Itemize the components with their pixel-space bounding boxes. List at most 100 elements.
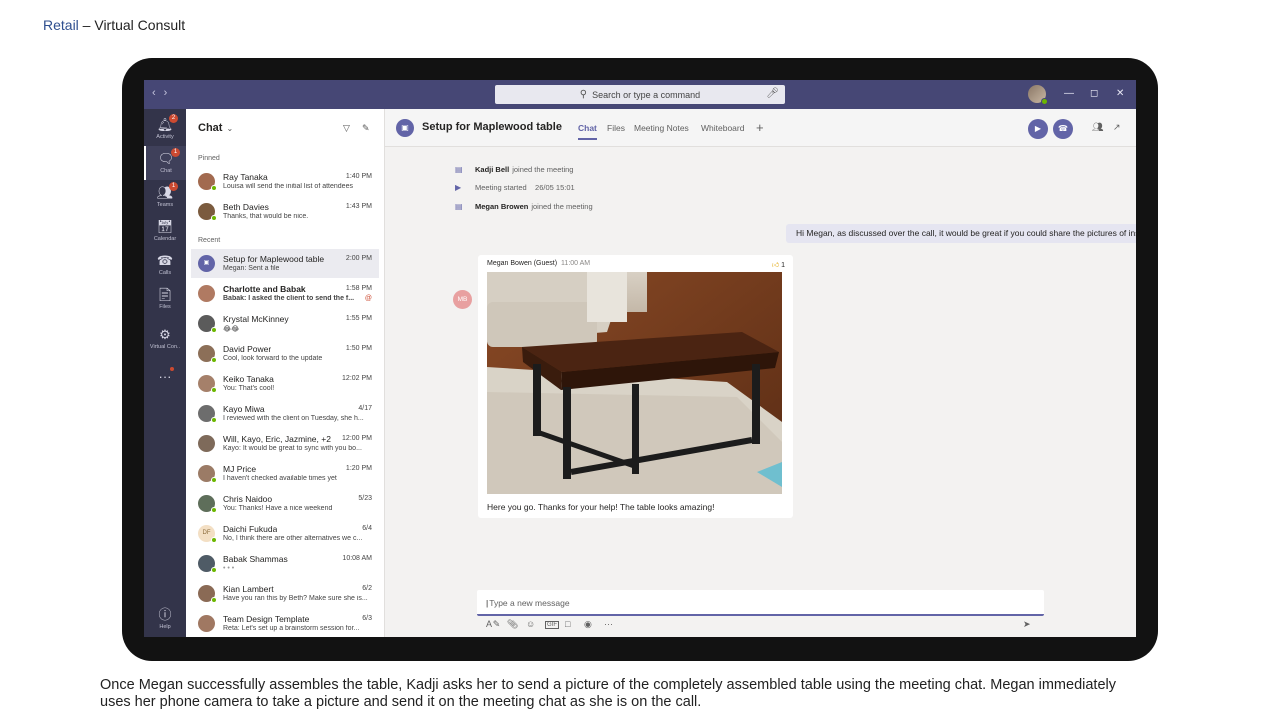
rail-label: Chat bbox=[160, 168, 172, 174]
minimize-icon[interactable]: — bbox=[1064, 88, 1074, 99]
chat-time: 1:50 PM bbox=[345, 345, 372, 352]
chat-item-kayo-miwa[interactable]: Kayo Miwa 4/17 I reviewed with the clien… bbox=[191, 399, 379, 428]
chat-time: 6/3 bbox=[362, 615, 372, 622]
send-icon[interactable]: ➤ bbox=[1023, 619, 1031, 630]
chat-name: Babak Shammas bbox=[223, 554, 288, 564]
rail-item-help[interactable]: ⓘ Help bbox=[144, 602, 186, 636]
chat-item-krystal-mckinney[interactable]: Krystal McKinney 1:55 PM 😂😂 bbox=[191, 309, 379, 338]
rail-item-virtual-consult[interactable]: ⚙ Virtual Con.. bbox=[144, 322, 186, 356]
chat-item-ray-tanaka[interactable]: Ray Tanaka 1:40 PM Louisa will send the … bbox=[191, 167, 379, 196]
message-bubble[interactable]: Hi Megan, as discussed over the call, it… bbox=[786, 224, 1136, 243]
presence-indicator bbox=[211, 567, 217, 573]
system-message: ▤ Megan Browen joined the meeting bbox=[455, 202, 593, 211]
calendar-icon: 📅︎ bbox=[156, 219, 174, 234]
back-arrow-icon[interactable]: ‹ bbox=[152, 87, 164, 99]
profile-avatar[interactable] bbox=[1028, 85, 1048, 105]
chat-item-babak-shammas[interactable]: Babak Shammas 10:08 AM • • • bbox=[191, 549, 379, 578]
thumbs-up-icon: 👍︎ bbox=[771, 262, 780, 269]
chat-name: Beth Davies bbox=[223, 202, 269, 212]
chat-time: 1:43 PM bbox=[345, 203, 372, 210]
chat-name: Chris Naidoo bbox=[223, 494, 273, 504]
tab-whiteboard[interactable]: Whiteboard bbox=[701, 123, 744, 133]
chat-item-beth-davies[interactable]: Beth Davies 1:43 PM Thanks, that would b… bbox=[191, 197, 379, 226]
chat-name: Charlotte and Babak bbox=[223, 284, 306, 294]
tab-files[interactable]: Files bbox=[607, 123, 625, 133]
video-call-button[interactable]: ▶ bbox=[1028, 119, 1048, 139]
rail-item-teams[interactable]: 👥︎ Teams 1 bbox=[144, 180, 186, 214]
chat-list-pane: Chat ⌄ ▽ ✎ Pinned Ray Tanaka 1:40 PM Loui… bbox=[186, 109, 385, 637]
avatar bbox=[198, 465, 217, 483]
chat-name: Setup for Maplewood table bbox=[223, 254, 325, 264]
rail-item-more[interactable]: ··· bbox=[144, 364, 186, 398]
chat-name: Krystal McKinney bbox=[223, 314, 289, 324]
history-nav: ‹› bbox=[152, 87, 175, 99]
chat-item-team-design[interactable]: Team Design Template 6/3 Reta: Let's set… bbox=[191, 609, 379, 637]
chat-item-david-power[interactable]: David Power 1:50 PM Cool, look forward t… bbox=[191, 339, 379, 368]
more-options-icon[interactable]: ··· bbox=[604, 619, 613, 629]
presence-indicator bbox=[211, 357, 217, 363]
message-composer[interactable]: Type a new message bbox=[477, 590, 1044, 616]
pop-out-icon[interactable]: ↗ bbox=[1113, 122, 1121, 133]
rail-item-activity[interactable]: 🔔︎ Activity 2 bbox=[144, 112, 186, 146]
add-people-icon[interactable]: 👥︎ bbox=[1092, 122, 1103, 133]
chat-list-title[interactable]: Chat ⌄ bbox=[198, 122, 233, 134]
chat-item-group-will[interactable]: Will, Kayo, Eric, Jazmine, +2 12:00 PM K… bbox=[191, 429, 379, 458]
tab-meeting-notes[interactable]: Meeting Notes bbox=[634, 123, 689, 133]
rail-item-calendar[interactable]: 📅︎ Calendar bbox=[144, 214, 186, 248]
rail-item-calls[interactable]: ☎ Calls bbox=[144, 248, 186, 282]
maximize-icon[interactable]: ◻ bbox=[1090, 88, 1098, 99]
forward-arrow-icon[interactable]: › bbox=[164, 87, 176, 99]
camera-icon: ▶ bbox=[455, 183, 462, 192]
filter-icon[interactable]: ▽ bbox=[343, 123, 350, 134]
like-reaction[interactable]: 👍︎ 1 bbox=[772, 260, 785, 269]
chat-time: 10:08 AM bbox=[342, 555, 372, 562]
notification-dot bbox=[170, 367, 174, 371]
chat-item-charlotte-babak[interactable]: Charlotte and Babak 1:58 PM Babak: I ask… bbox=[191, 279, 379, 308]
more-apps-icon: ··· bbox=[158, 369, 172, 384]
chat-time: 12:02 PM bbox=[342, 375, 372, 382]
microphone-icon[interactable]: 🎤︎ bbox=[766, 88, 779, 99]
search-input[interactable]: ⚲ Search or type a command 🎤︎ bbox=[495, 85, 785, 104]
tab-chat[interactable]: Chat bbox=[578, 123, 597, 140]
chat-name: Keiko Tanaka bbox=[223, 374, 274, 384]
meet-now-icon[interactable]: ◉ bbox=[584, 619, 592, 630]
close-icon[interactable]: ✕ bbox=[1116, 88, 1124, 99]
audio-call-button[interactable]: ☎ bbox=[1053, 119, 1073, 139]
rail-item-files[interactable]: 📄︎ Files bbox=[144, 282, 186, 316]
chat-time: 6/4 bbox=[362, 525, 372, 532]
presence-indicator bbox=[211, 327, 217, 333]
system-message: ▶ Meeting started 26/05 15:01 bbox=[455, 183, 575, 192]
chat-item-mj-price[interactable]: MJ Price 1:20 PM I haven't checked avail… bbox=[191, 459, 379, 488]
new-chat-icon[interactable]: ✎ bbox=[362, 123, 370, 134]
format-icon[interactable]: A ✎ bbox=[486, 619, 500, 630]
chat-name: Kayo Miwa bbox=[223, 404, 265, 414]
chat-time: 1:58 PM bbox=[345, 285, 372, 292]
chat-icon: 🗨︎ bbox=[157, 151, 175, 166]
chat-item-kian-lambert[interactable]: Kian Lambert 6/2 Have you ran this by Be… bbox=[191, 579, 379, 608]
table-photo-image bbox=[487, 272, 782, 494]
avatar bbox=[198, 285, 215, 302]
chat-preview: Cool, look forward to the update bbox=[223, 355, 323, 362]
chat-item-chris-naidoo[interactable]: Chris Naidoo 5/23 You: Thanks! Have a ni… bbox=[191, 489, 379, 518]
sticker-icon[interactable]: □ bbox=[565, 619, 570, 629]
mention-icon: @ bbox=[364, 295, 372, 302]
chat-preview: No, I think there are other alternatives… bbox=[223, 535, 363, 542]
table-photo[interactable] bbox=[487, 272, 782, 494]
attach-icon[interactable]: 📎︎ bbox=[507, 619, 518, 630]
notification-badge: 2 bbox=[169, 114, 178, 123]
rail-item-chat[interactable]: 🗨︎ Chat 1 bbox=[144, 146, 186, 180]
chat-item-setup-maplewood[interactable]: ▣ Setup for Maplewood table 2:00 PM Mega… bbox=[191, 249, 379, 278]
chat-preview: Thanks, that would be nice. bbox=[223, 213, 309, 220]
system-timestamp: 26/05 15:01 bbox=[535, 183, 575, 192]
sender-name: Megan Bowen (Guest) bbox=[487, 260, 558, 267]
search-placeholder: Search or type a command bbox=[592, 89, 701, 100]
chat-item-keiko-tanaka[interactable]: Keiko Tanaka 12:02 PM You: That's cool! bbox=[191, 369, 379, 398]
emoji-icon[interactable]: ☺ bbox=[526, 619, 535, 629]
chat-preview: I haven't checked available times yet bbox=[223, 475, 337, 482]
gif-icon[interactable]: GIF bbox=[545, 621, 559, 629]
guest-message[interactable]: Megan Bowen (Guest) 11:00 AM 👍︎ 1 Here y… bbox=[478, 255, 793, 518]
add-tab-icon[interactable]: + bbox=[756, 120, 764, 135]
meeting-chat-icon: ▣ bbox=[198, 255, 215, 272]
slide-title: Retail – Virtual Consult bbox=[43, 17, 185, 33]
chat-item-daichi-fukuda[interactable]: DF Daichi Fukuda 6/4 No, I think there a… bbox=[191, 519, 379, 548]
